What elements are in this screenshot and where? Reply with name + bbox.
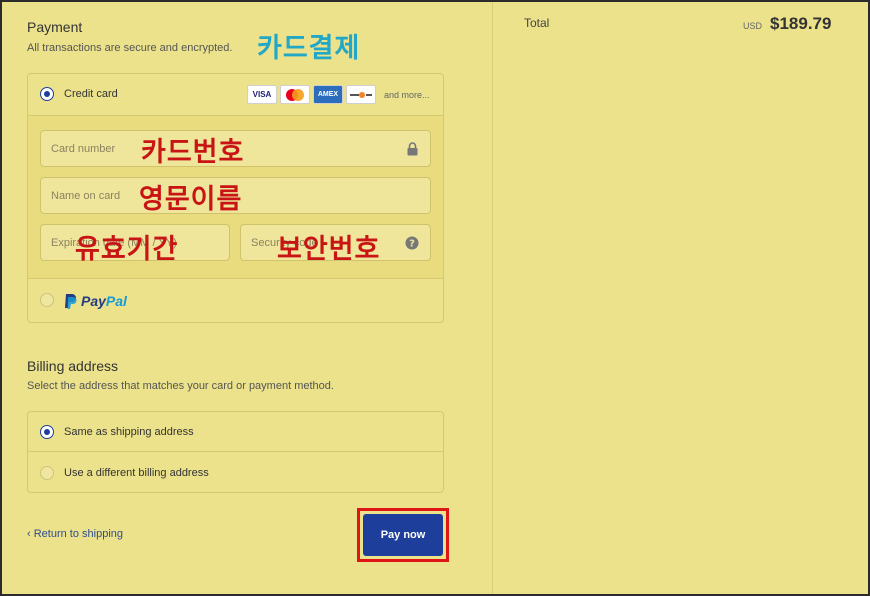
same-as-shipping-radio[interactable] [40,425,54,439]
annotation-card-payment: 카드결제 [257,33,361,64]
return-to-shipping-label: Return to shipping [33,528,124,540]
paypal-label-pay: Pay [81,293,106,309]
payment-title: Payment [27,19,83,35]
same-as-shipping-label: Same as shipping address [64,426,194,438]
paypal-label-pal: Pal [105,293,127,309]
return-to-shipping-link[interactable]: ‹ Return to shipping [27,528,123,540]
annotation-security-code: 보안번호 [277,234,381,265]
billing-subtitle: Select the address that matches your car… [27,380,334,392]
different-billing-option[interactable]: Use a different billing address [28,453,443,493]
annotation-card-number: 카드번호 [141,137,245,168]
name-on-card-placeholder: Name on card [51,190,121,202]
payment-subtitle: All transactions are secure and encrypte… [27,42,233,54]
amex-icon: AMEX [313,85,343,104]
card-number-placeholder: Card number [51,143,116,155]
chevron-left-icon: ‹ [27,528,31,540]
column-divider [492,2,493,594]
help-icon[interactable]: ? [405,236,419,250]
svg-text:?: ? [409,239,415,250]
billing-title: Billing address [27,358,119,374]
mastercard-icon [280,85,310,104]
visa-icon: VISA [247,85,277,104]
annotation-expiration: 유효기간 [75,234,179,265]
billing-options-box: Same as shipping address Use a different… [27,411,444,493]
credit-card-radio[interactable] [40,87,54,101]
annotation-name-on-card: 영문이름 [139,184,243,215]
same-as-shipping-option[interactable]: Same as shipping address [28,412,443,452]
paypal-icon [65,294,77,309]
discover-icon [346,85,376,104]
paypal-option[interactable]: PayPal [28,280,443,323]
total-currency: USD [743,21,763,31]
card-brands: VISA AMEX and more... [247,85,430,104]
credit-card-option[interactable]: Credit card VISA AMEX and more... [28,74,443,116]
more-cards-label: and more... [384,89,430,100]
different-billing-label: Use a different billing address [64,467,209,479]
pay-now-button[interactable]: Pay now [363,514,443,556]
total-value: $189.79 [770,14,832,33]
lock-icon [407,142,418,156]
paypal-logo: PayPal [64,293,127,309]
credit-card-label: Credit card [64,88,118,100]
paypal-radio[interactable] [40,293,54,307]
total-label: Total [524,16,550,30]
different-billing-radio[interactable] [40,466,54,480]
